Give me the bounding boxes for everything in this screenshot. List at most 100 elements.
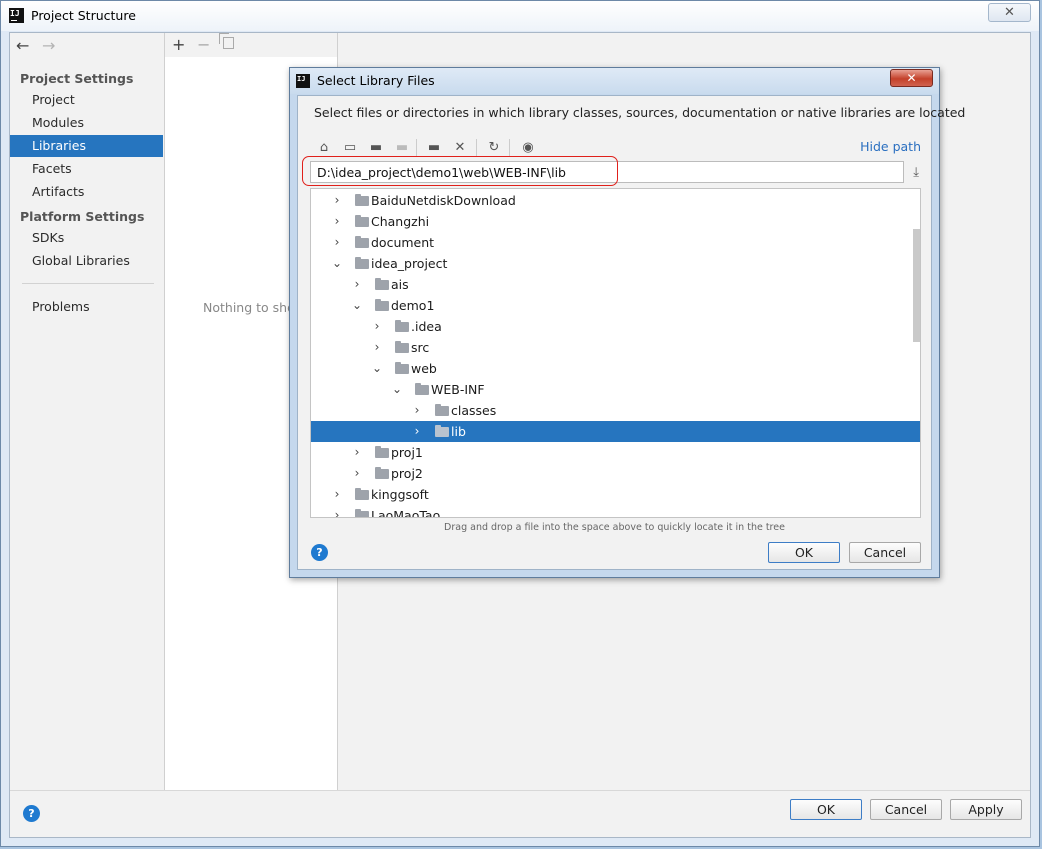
sidebar-item-facets[interactable]: Facets (10, 158, 163, 180)
sidebar-item-modules[interactable]: Modules (10, 112, 163, 134)
tree-row[interactable]: › ais (311, 274, 920, 295)
tree-row-label: src (411, 340, 430, 355)
tree-row-label: proj1 (391, 445, 423, 460)
main-button-bar: ? OK Cancel Apply (10, 790, 1030, 837)
intellij-logo-icon: IJ (9, 8, 24, 23)
home-icon[interactable]: ⌂ (316, 140, 332, 156)
empty-list-text: Nothing to sho (203, 300, 295, 315)
tree-row-label: LaoMaoTao (371, 508, 441, 518)
select-library-files-dialog: IJ Select Library Files ✕ Select files o… (289, 67, 965, 578)
chevron-right-icon[interactable]: › (331, 232, 343, 253)
toolbar-separator (509, 139, 510, 157)
tree-row-label: lib (451, 424, 466, 439)
section-project-settings: Project Settings (20, 71, 134, 86)
chevron-right-icon[interactable]: › (411, 421, 423, 442)
dialog-titlebar: IJ Select Library Files ✕ (290, 68, 939, 94)
sidebar-item-problems[interactable]: Problems (10, 296, 163, 318)
tree-row-label: WEB-INF (431, 382, 485, 397)
dialog-title: Select Library Files (317, 73, 435, 88)
tree-row[interactable]: › kinggsoft (311, 484, 920, 505)
chevron-right-icon[interactable]: › (331, 484, 343, 505)
sidebar-item-artifacts[interactable]: Artifacts (10, 181, 163, 203)
tree-row[interactable]: › Changzhi (311, 211, 920, 232)
chevron-down-icon[interactable]: ⌄ (371, 358, 383, 379)
delete-icon[interactable]: ✕ (452, 140, 468, 156)
sidebar-item-libraries[interactable]: Libraries (10, 135, 163, 157)
sidebar-item-project[interactable]: Project (10, 89, 163, 111)
path-field-value: D:\idea_project\demo1\web\WEB-INF\lib (317, 165, 566, 180)
tree-row[interactable]: › lib (311, 421, 920, 442)
tree-row-label: classes (451, 403, 497, 418)
tree-row[interactable]: › document (311, 232, 920, 253)
tree-row[interactable]: › classes (311, 400, 920, 421)
help-icon[interactable]: ? (23, 805, 40, 822)
chevron-down-icon[interactable]: ⌄ (351, 295, 363, 316)
sidebar-item-global-libraries[interactable]: Global Libraries (10, 250, 163, 272)
window-titlebar: IJ Project Structure ✕ (1, 1, 1039, 31)
hide-path-link[interactable]: Hide path (860, 139, 921, 154)
show-hidden-icon[interactable]: ◉ (520, 140, 536, 156)
tree-row[interactable]: › .idea (311, 316, 920, 337)
dialog-close-button[interactable]: ✕ (890, 69, 933, 87)
path-field[interactable]: D:\idea_project\demo1\web\WEB-INF\lib (310, 161, 904, 183)
dialog-ok-button[interactable]: OK (768, 542, 840, 563)
tree-row[interactable]: › src (311, 337, 920, 358)
dialog-cancel-button[interactable]: Cancel (849, 542, 921, 563)
chevron-right-icon[interactable]: › (351, 463, 363, 484)
window-close-button[interactable]: ✕ (988, 3, 1031, 22)
forward-arrow-icon[interactable]: → (42, 38, 55, 54)
tree-row-label: Changzhi (371, 214, 430, 229)
folder-icon (355, 194, 369, 206)
tree-row-label: web (411, 361, 437, 376)
chevron-right-icon[interactable]: › (371, 316, 383, 337)
new-folder-plus-icon[interactable]: ▬ (426, 140, 442, 156)
tree-row-label: ais (391, 277, 409, 292)
chevron-right-icon[interactable]: › (411, 400, 423, 421)
folder-disabled-icon[interactable]: ▬ (394, 140, 410, 156)
sidebar-item-sdks[interactable]: SDKs (10, 227, 163, 249)
tree-row-label: kinggsoft (371, 487, 429, 502)
tree-row[interactable]: ⌄ idea_project (311, 253, 920, 274)
remove-icon[interactable]: − (197, 35, 210, 54)
tree-row[interactable]: ⌄ web (311, 358, 920, 379)
apply-button[interactable]: Apply (950, 799, 1022, 820)
section-platform-settings: Platform Settings (20, 209, 145, 224)
back-arrow-icon[interactable]: ← (16, 38, 29, 54)
chevron-down-icon[interactable]: ⌄ (391, 379, 403, 400)
cancel-button[interactable]: Cancel (870, 799, 942, 820)
tree-row-label: proj2 (391, 466, 423, 481)
chevron-right-icon[interactable]: › (331, 211, 343, 232)
folder-icon (395, 341, 409, 353)
desktop-icon[interactable]: ▭ (342, 140, 358, 156)
chevron-right-icon[interactable]: › (331, 505, 343, 517)
folder-icon (355, 257, 369, 269)
copy-icon[interactable] (219, 33, 234, 49)
folder-icon (415, 383, 429, 395)
file-tree[interactable]: › LaoMaoTao › kinggsoft › proj2 › proj1 › lib › cla… (310, 188, 921, 518)
tree-row[interactable]: › BaiduNetdiskDownload (311, 190, 920, 211)
add-icon[interactable]: + (172, 35, 185, 54)
ok-button[interactable]: OK (790, 799, 862, 820)
tree-row-label: idea_project (371, 256, 448, 271)
tree-row[interactable]: › proj2 (311, 463, 920, 484)
tree-row-label: document (371, 235, 435, 250)
folder-icon (355, 236, 369, 248)
chevron-right-icon[interactable]: › (331, 190, 343, 211)
chevron-right-icon[interactable]: › (351, 274, 363, 295)
refresh-icon[interactable]: ↻ (486, 140, 502, 156)
download-arrow-icon[interactable]: ⤓ (913, 165, 919, 180)
folder-icon (355, 215, 369, 227)
chevron-down-icon[interactable]: ⌄ (331, 253, 343, 274)
new-folder-icon[interactable]: ▬ (368, 140, 384, 156)
folder-icon (375, 467, 389, 479)
tree-row[interactable]: › proj1 (311, 442, 920, 463)
chevron-right-icon[interactable]: › (351, 442, 363, 463)
tree-row[interactable]: › LaoMaoTao (311, 505, 920, 518)
tree-row[interactable]: ⌄ WEB-INF (311, 379, 920, 400)
tree-row[interactable]: ⌄ demo1 (311, 295, 920, 316)
help-icon[interactable]: ? (311, 544, 328, 561)
library-list-toolbar: + − (165, 33, 337, 57)
tree-scrollbar-thumb[interactable] (913, 229, 920, 342)
chevron-right-icon[interactable]: › (371, 337, 383, 358)
folder-icon (355, 488, 369, 500)
